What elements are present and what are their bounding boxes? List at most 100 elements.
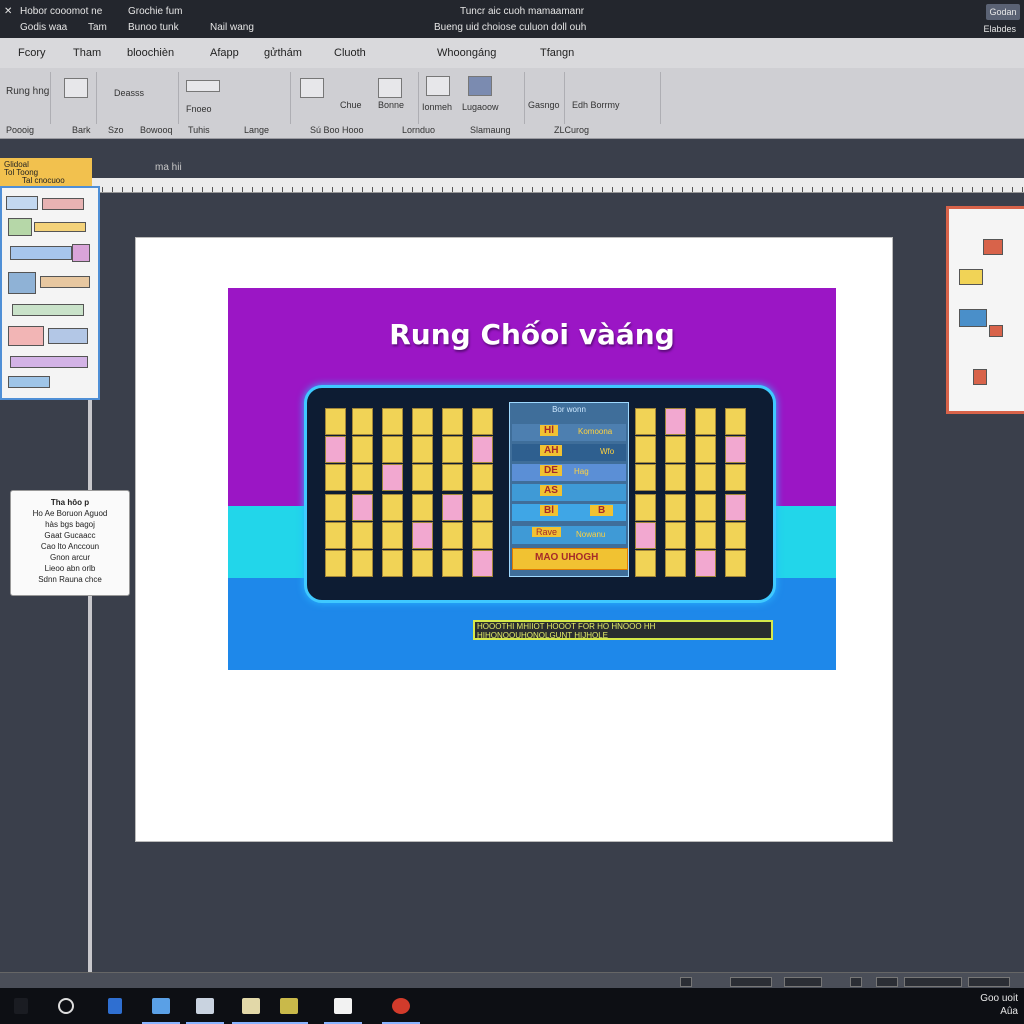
game-tile[interactable] — [695, 494, 716, 521]
view-normal-button[interactable] — [680, 977, 692, 987]
game-tile[interactable] — [472, 464, 493, 491]
gear-icon[interactable] — [300, 78, 324, 98]
game-tile[interactable] — [325, 464, 346, 491]
answer-row-5[interactable]: Rave Nowanu — [512, 526, 626, 544]
game-tile[interactable] — [382, 408, 403, 435]
answer-row-4[interactable]: Bl B — [512, 504, 626, 521]
game-tile[interactable] — [665, 522, 686, 549]
app-icon-2[interactable] — [152, 998, 170, 1014]
answer-row-0[interactable]: Hl Komoona — [512, 424, 626, 441]
close-x-icon[interactable]: ✕ — [4, 6, 12, 17]
game-tile[interactable] — [725, 408, 746, 435]
shape-tool-icon[interactable] — [64, 78, 88, 98]
status-zoom-box[interactable] — [730, 977, 772, 987]
game-tile[interactable] — [635, 522, 656, 549]
game-tile[interactable] — [325, 408, 346, 435]
game-tile[interactable] — [472, 408, 493, 435]
slide-layout-icon[interactable] — [426, 76, 450, 96]
ribbon-tool-4[interactable]: Ionmeh — [422, 102, 452, 112]
game-tile[interactable] — [352, 494, 373, 521]
game-tile[interactable] — [442, 550, 463, 577]
game-tile[interactable] — [382, 550, 403, 577]
answer-row-2[interactable]: DE Hag — [512, 464, 626, 481]
game-tile[interactable] — [725, 494, 746, 521]
ribbon-left-label[interactable]: Rung hng — [6, 86, 49, 97]
menu-item-5[interactable]: Cluoth — [334, 47, 366, 59]
game-tile[interactable] — [695, 436, 716, 463]
status-box-wide[interactable] — [904, 977, 962, 987]
game-tile[interactable] — [665, 464, 686, 491]
game-tile[interactable] — [352, 408, 373, 435]
game-tile[interactable] — [442, 464, 463, 491]
game-tile[interactable] — [725, 464, 746, 491]
menu-item-4[interactable]: gửthám — [264, 47, 302, 59]
menu-item-2[interactable]: bloochièn — [127, 47, 174, 59]
game-tile[interactable] — [472, 436, 493, 463]
game-tile[interactable] — [382, 494, 403, 521]
status-fit-button[interactable] — [850, 977, 862, 987]
ribbon-tool-7[interactable]: Edh Borrmy — [572, 100, 620, 110]
game-tile[interactable] — [695, 408, 716, 435]
status-box-small[interactable] — [876, 977, 898, 987]
ribbon-tool-6[interactable]: Gasngo — [528, 100, 560, 110]
menu-item-7[interactable]: Tfangn — [540, 47, 574, 59]
game-tile[interactable] — [412, 436, 433, 463]
game-tile[interactable] — [665, 494, 686, 521]
game-tile[interactable] — [725, 522, 746, 549]
game-tile[interactable] — [325, 522, 346, 549]
game-tile[interactable] — [725, 436, 746, 463]
menu-item-3[interactable]: Afapp — [210, 47, 239, 59]
align-tool-icon[interactable] — [186, 80, 220, 92]
menu-item-6[interactable]: Whoongáng — [437, 47, 496, 59]
ribbon-tool-0[interactable]: Deasss — [114, 88, 144, 98]
slide-title[interactable]: Rung Chốoi vàáng — [228, 318, 836, 351]
game-slide[interactable]: Rung Chốoi vàáng Bor wonn Hl Komoona AH … — [228, 288, 836, 670]
slide-thumbnail-left[interactable] — [0, 186, 100, 400]
game-tile[interactable] — [382, 436, 403, 463]
slide-thumbnail-icon[interactable] — [468, 76, 492, 96]
game-tile[interactable] — [665, 408, 686, 435]
game-tile[interactable] — [412, 408, 433, 435]
ribbon-tool-2[interactable]: Chue — [340, 100, 362, 110]
answer-row-3[interactable]: AS — [512, 484, 626, 501]
menu-item-0[interactable]: Fcory — [18, 47, 46, 59]
game-tile[interactable] — [665, 436, 686, 463]
app-icon-5[interactable] — [280, 998, 298, 1014]
game-tile[interactable] — [442, 436, 463, 463]
game-tile[interactable] — [325, 550, 346, 577]
menu-item-1[interactable]: Tham — [73, 47, 101, 59]
game-tile[interactable] — [382, 522, 403, 549]
game-tile[interactable] — [352, 436, 373, 463]
picture-icon[interactable] — [378, 78, 402, 98]
game-tile[interactable] — [352, 522, 373, 549]
app-icon-4[interactable] — [242, 998, 260, 1014]
game-tile[interactable] — [725, 550, 746, 577]
game-tile[interactable] — [695, 522, 716, 549]
game-tile[interactable] — [472, 522, 493, 549]
horizontal-ruler[interactable] — [92, 178, 1024, 193]
game-tile[interactable] — [352, 550, 373, 577]
answer-row-1[interactable]: AH Wfo — [512, 444, 626, 461]
app-icon-7[interactable] — [392, 998, 410, 1014]
game-tile[interactable] — [412, 522, 433, 549]
game-tile[interactable] — [442, 408, 463, 435]
status-box-end[interactable] — [968, 977, 1010, 987]
game-tile[interactable] — [325, 436, 346, 463]
game-tile[interactable] — [695, 464, 716, 491]
app-icon-3[interactable] — [196, 998, 214, 1014]
ribbon-tool-1[interactable]: Fnoeo — [186, 104, 212, 114]
system-clock[interactable]: Goo uoit Aûa — [980, 992, 1018, 1018]
game-tile[interactable] — [695, 550, 716, 577]
app-icon-1[interactable] — [108, 998, 122, 1014]
ribbon-tool-5[interactable]: Lugaoow — [462, 102, 499, 112]
status-slider[interactable] — [784, 977, 822, 987]
game-tile[interactable] — [325, 494, 346, 521]
game-tile[interactable] — [635, 494, 656, 521]
game-tile[interactable] — [352, 464, 373, 491]
game-tile[interactable] — [382, 464, 403, 491]
game-tile[interactable] — [635, 436, 656, 463]
start-icon[interactable] — [14, 998, 28, 1014]
game-tile[interactable] — [412, 494, 433, 521]
question-bar[interactable]: HOOOTHI MHIIOT HOOOT FOR HO HNOOO HH HIH… — [473, 620, 773, 640]
game-tile[interactable] — [412, 464, 433, 491]
